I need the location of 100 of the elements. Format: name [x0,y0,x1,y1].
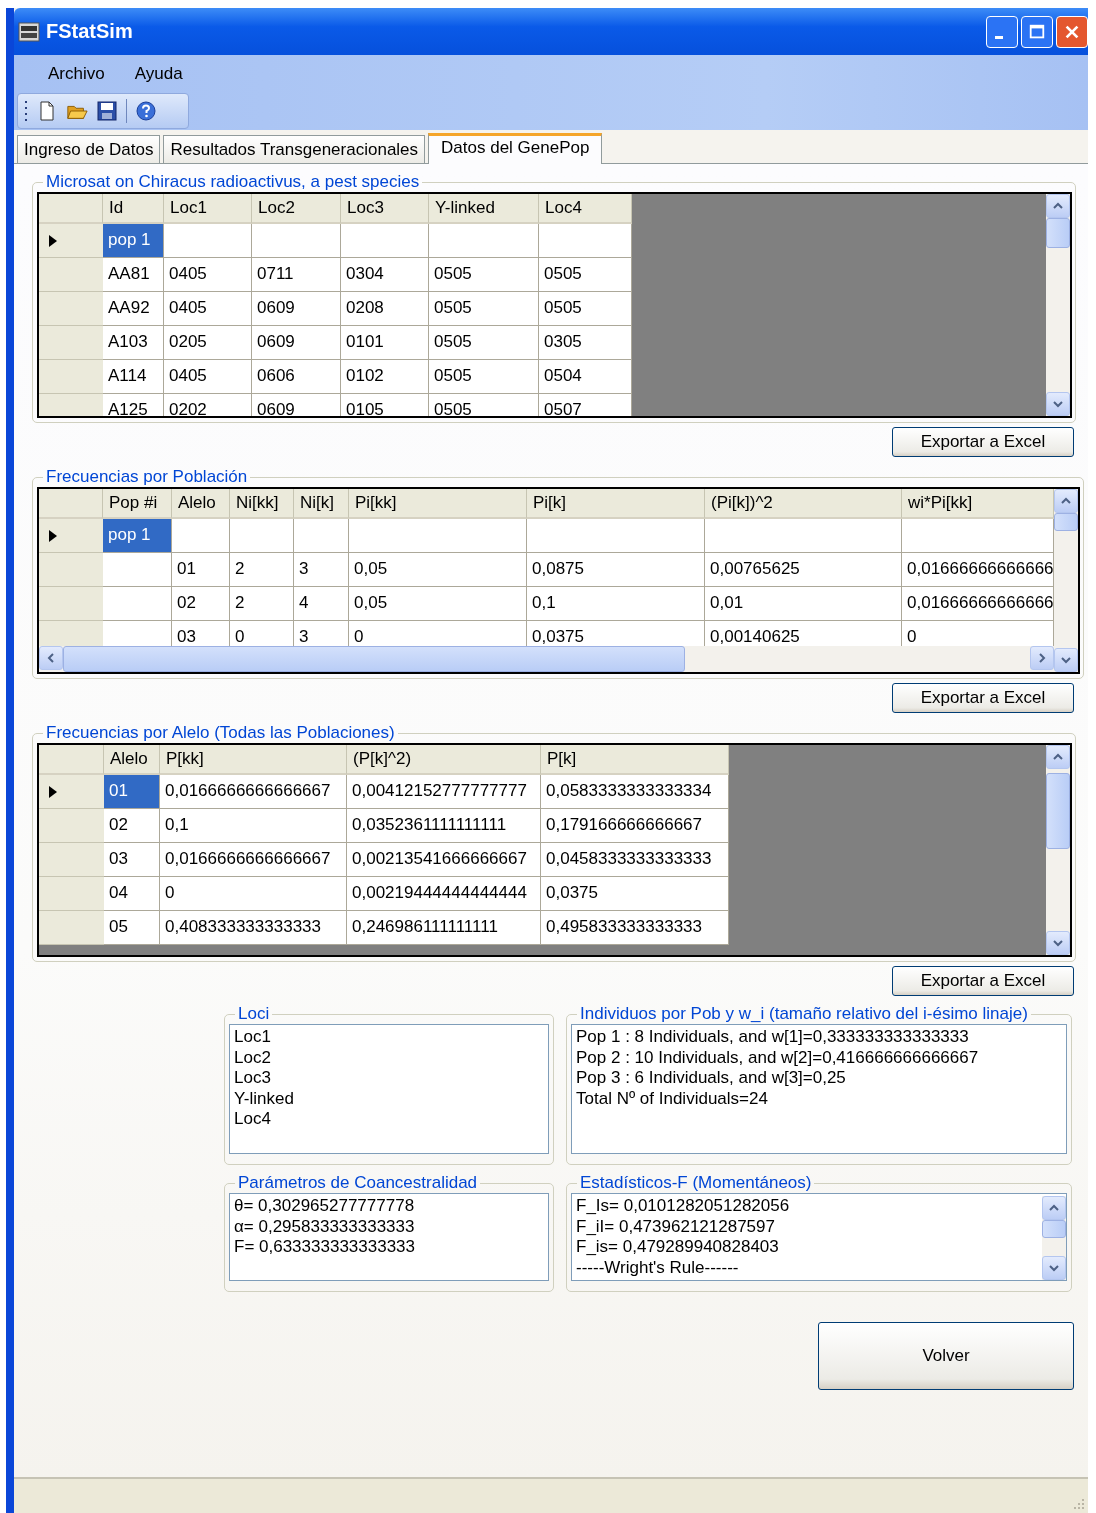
table-cell[interactable]: 0405 [164,360,252,394]
table-cell[interactable]: A125 [103,394,164,416]
table-cell[interactable]: 02 [104,809,160,843]
export-button[interactable]: Exportar a Excel [892,683,1074,713]
scroll-up-button[interactable] [1042,1196,1066,1220]
table-cell[interactable]: 0,1 [527,587,705,621]
row-header[interactable] [39,775,104,809]
table-cell[interactable]: 0,408333333333333 [160,911,347,945]
table-cell[interactable]: A103 [103,326,164,360]
table-cell[interactable]: 0208 [341,292,429,326]
maximize-button[interactable] [1021,15,1053,48]
table-cell[interactable]: 0,00140625 [705,621,902,646]
table-cell[interactable]: A114 [103,360,164,394]
help-icon[interactable] [135,100,157,122]
scroll-up-button[interactable] [1046,194,1070,218]
table-cell[interactable]: 0305 [539,326,632,360]
table-cell[interactable]: 01 [172,553,230,587]
scroll-down-button[interactable] [1046,392,1070,416]
text-box[interactable]: Pop 1 : 8 Individuals, and w[1]=0,333333333333333 Pop 2 : 10 Individuals, and w[2]=0,416666666666667 Pop 3 : 6 Individuals, and w[3]=0,25 Total Nº of Individuals=24 [571,1024,1067,1154]
table-cell[interactable]: 0505 [429,326,539,360]
table-cell[interactable]: 0 [230,621,294,646]
column-header[interactable]: Pop #i [103,489,172,519]
table-cell[interactable]: 3 [294,621,349,646]
vertical-scrollbar[interactable] [1054,489,1078,672]
scroll-down-button[interactable] [1046,931,1070,955]
table-cell[interactable]: AA81 [103,258,164,292]
table-cell[interactable]: 04 [104,877,160,911]
table-cell[interactable]: 0405 [164,292,252,326]
table-cell[interactable]: 0505 [429,360,539,394]
table-cell[interactable]: 0,00765625 [705,553,902,587]
table-cell[interactable]: 0,00412152777777777 [347,775,541,809]
table-cell[interactable]: 2 [230,553,294,587]
table-cell[interactable]: 0505 [539,258,632,292]
table-cell[interactable]: 0,0375 [541,877,729,911]
table-cell[interactable]: 0505 [429,394,539,416]
table-cell[interactable]: 4 [294,587,349,621]
export-button[interactable]: Exportar a Excel [892,427,1074,457]
table-cell[interactable]: 0,0375 [527,621,705,646]
table-cell[interactable]: 0,0458333333333333 [541,843,729,877]
scroll-down-button[interactable] [1042,1256,1066,1280]
scrollbar-thumb[interactable] [1046,773,1070,849]
table-cell[interactable]: 03 [172,621,230,646]
scroll-up-button[interactable] [1046,745,1070,769]
minimize-button[interactable] [986,15,1018,48]
save-icon[interactable] [96,100,118,122]
scroll-right-button[interactable] [1030,646,1054,670]
scrollbar-thumb[interactable] [1054,513,1078,531]
scrollbar-thumb[interactable] [63,646,685,672]
table-cell[interactable]: 0,0166666666666667 [160,775,347,809]
row-header[interactable] [39,519,103,553]
table-cell[interactable]: 0,1 [160,809,347,843]
close-button[interactable] [1056,15,1088,48]
row-header[interactable] [39,224,103,258]
table-cell[interactable]: 0609 [252,292,341,326]
table-cell[interactable]: 0609 [252,394,341,416]
column-header[interactable]: Alelo [104,745,160,775]
table-cell[interactable]: 0711 [252,258,341,292]
table-cell[interactable]: 3 [294,553,349,587]
table-cell[interactable]: 0507 [539,394,632,416]
scroll-down-button[interactable] [1054,648,1078,672]
table-cell[interactable]: 0 [349,621,527,646]
column-header[interactable]: Loc4 [539,194,632,224]
table-cell[interactable]: 0,0166666666666667 [160,843,347,877]
table-cell[interactable]: 0,0352361111111111 [347,809,541,843]
table-cell[interactable]: 02 [172,587,230,621]
table-cell[interactable]: 0102 [341,360,429,394]
table-cell[interactable]: 0,0875 [527,553,705,587]
column-header[interactable]: (Pi[k])^2 [705,489,902,519]
column-header[interactable]: wi*Pi[kk] [902,489,1054,519]
text-box[interactable]: θ= 0,302965277777778 α= 0,295833333333333 F= 0,633333333333333 [229,1193,549,1281]
table-cell[interactable]: 0606 [252,360,341,394]
list-item[interactable]: Loc1 [234,1027,544,1048]
table-cell[interactable]: 0405 [164,258,252,292]
list-box[interactable]: Loc1 Loc2 Loc3 Y-linked Loc4 [229,1024,549,1154]
scrollbar-thumb[interactable] [1042,1220,1066,1238]
column-header[interactable]: Loc2 [252,194,341,224]
list-item[interactable]: Loc4 [234,1109,544,1130]
vertical-scrollbar[interactable] [1042,1196,1066,1280]
table-cell[interactable]: 0,05 [349,553,527,587]
table-cell[interactable]: 0504 [539,360,632,394]
tab[interactable]: Ingreso de Datos [17,135,161,163]
table-cell[interactable]: 2 [230,587,294,621]
table-cell[interactable]: pop 1 [103,224,164,258]
vertical-scrollbar[interactable] [1046,194,1070,416]
table-cell[interactable]: 0304 [341,258,429,292]
table-cell[interactable]: 01 [104,775,160,809]
table-cell[interactable]: 0505 [429,292,539,326]
vertical-scrollbar[interactable] [1046,745,1070,955]
table-cell[interactable]: 0,05 [349,587,527,621]
table-cell[interactable]: 0,246986111111111 [347,911,541,945]
table-cell[interactable]: 0,0583333333333334 [541,775,729,809]
tab[interactable]: Resultados Transgeneracionales [163,135,426,163]
table-cell[interactable]: 0505 [429,258,539,292]
table-cell[interactable]: 0,179166666666667 [541,809,729,843]
scrollbar-thumb[interactable] [1046,218,1070,248]
table-cell[interactable]: 0,01 [705,587,902,621]
column-header[interactable]: (P[k]^2) [347,745,541,775]
table-cell[interactable]: 03 [104,843,160,877]
table-cell[interactable]: 05 [104,911,160,945]
table-cell[interactable]: 0,00213541666666667 [347,843,541,877]
